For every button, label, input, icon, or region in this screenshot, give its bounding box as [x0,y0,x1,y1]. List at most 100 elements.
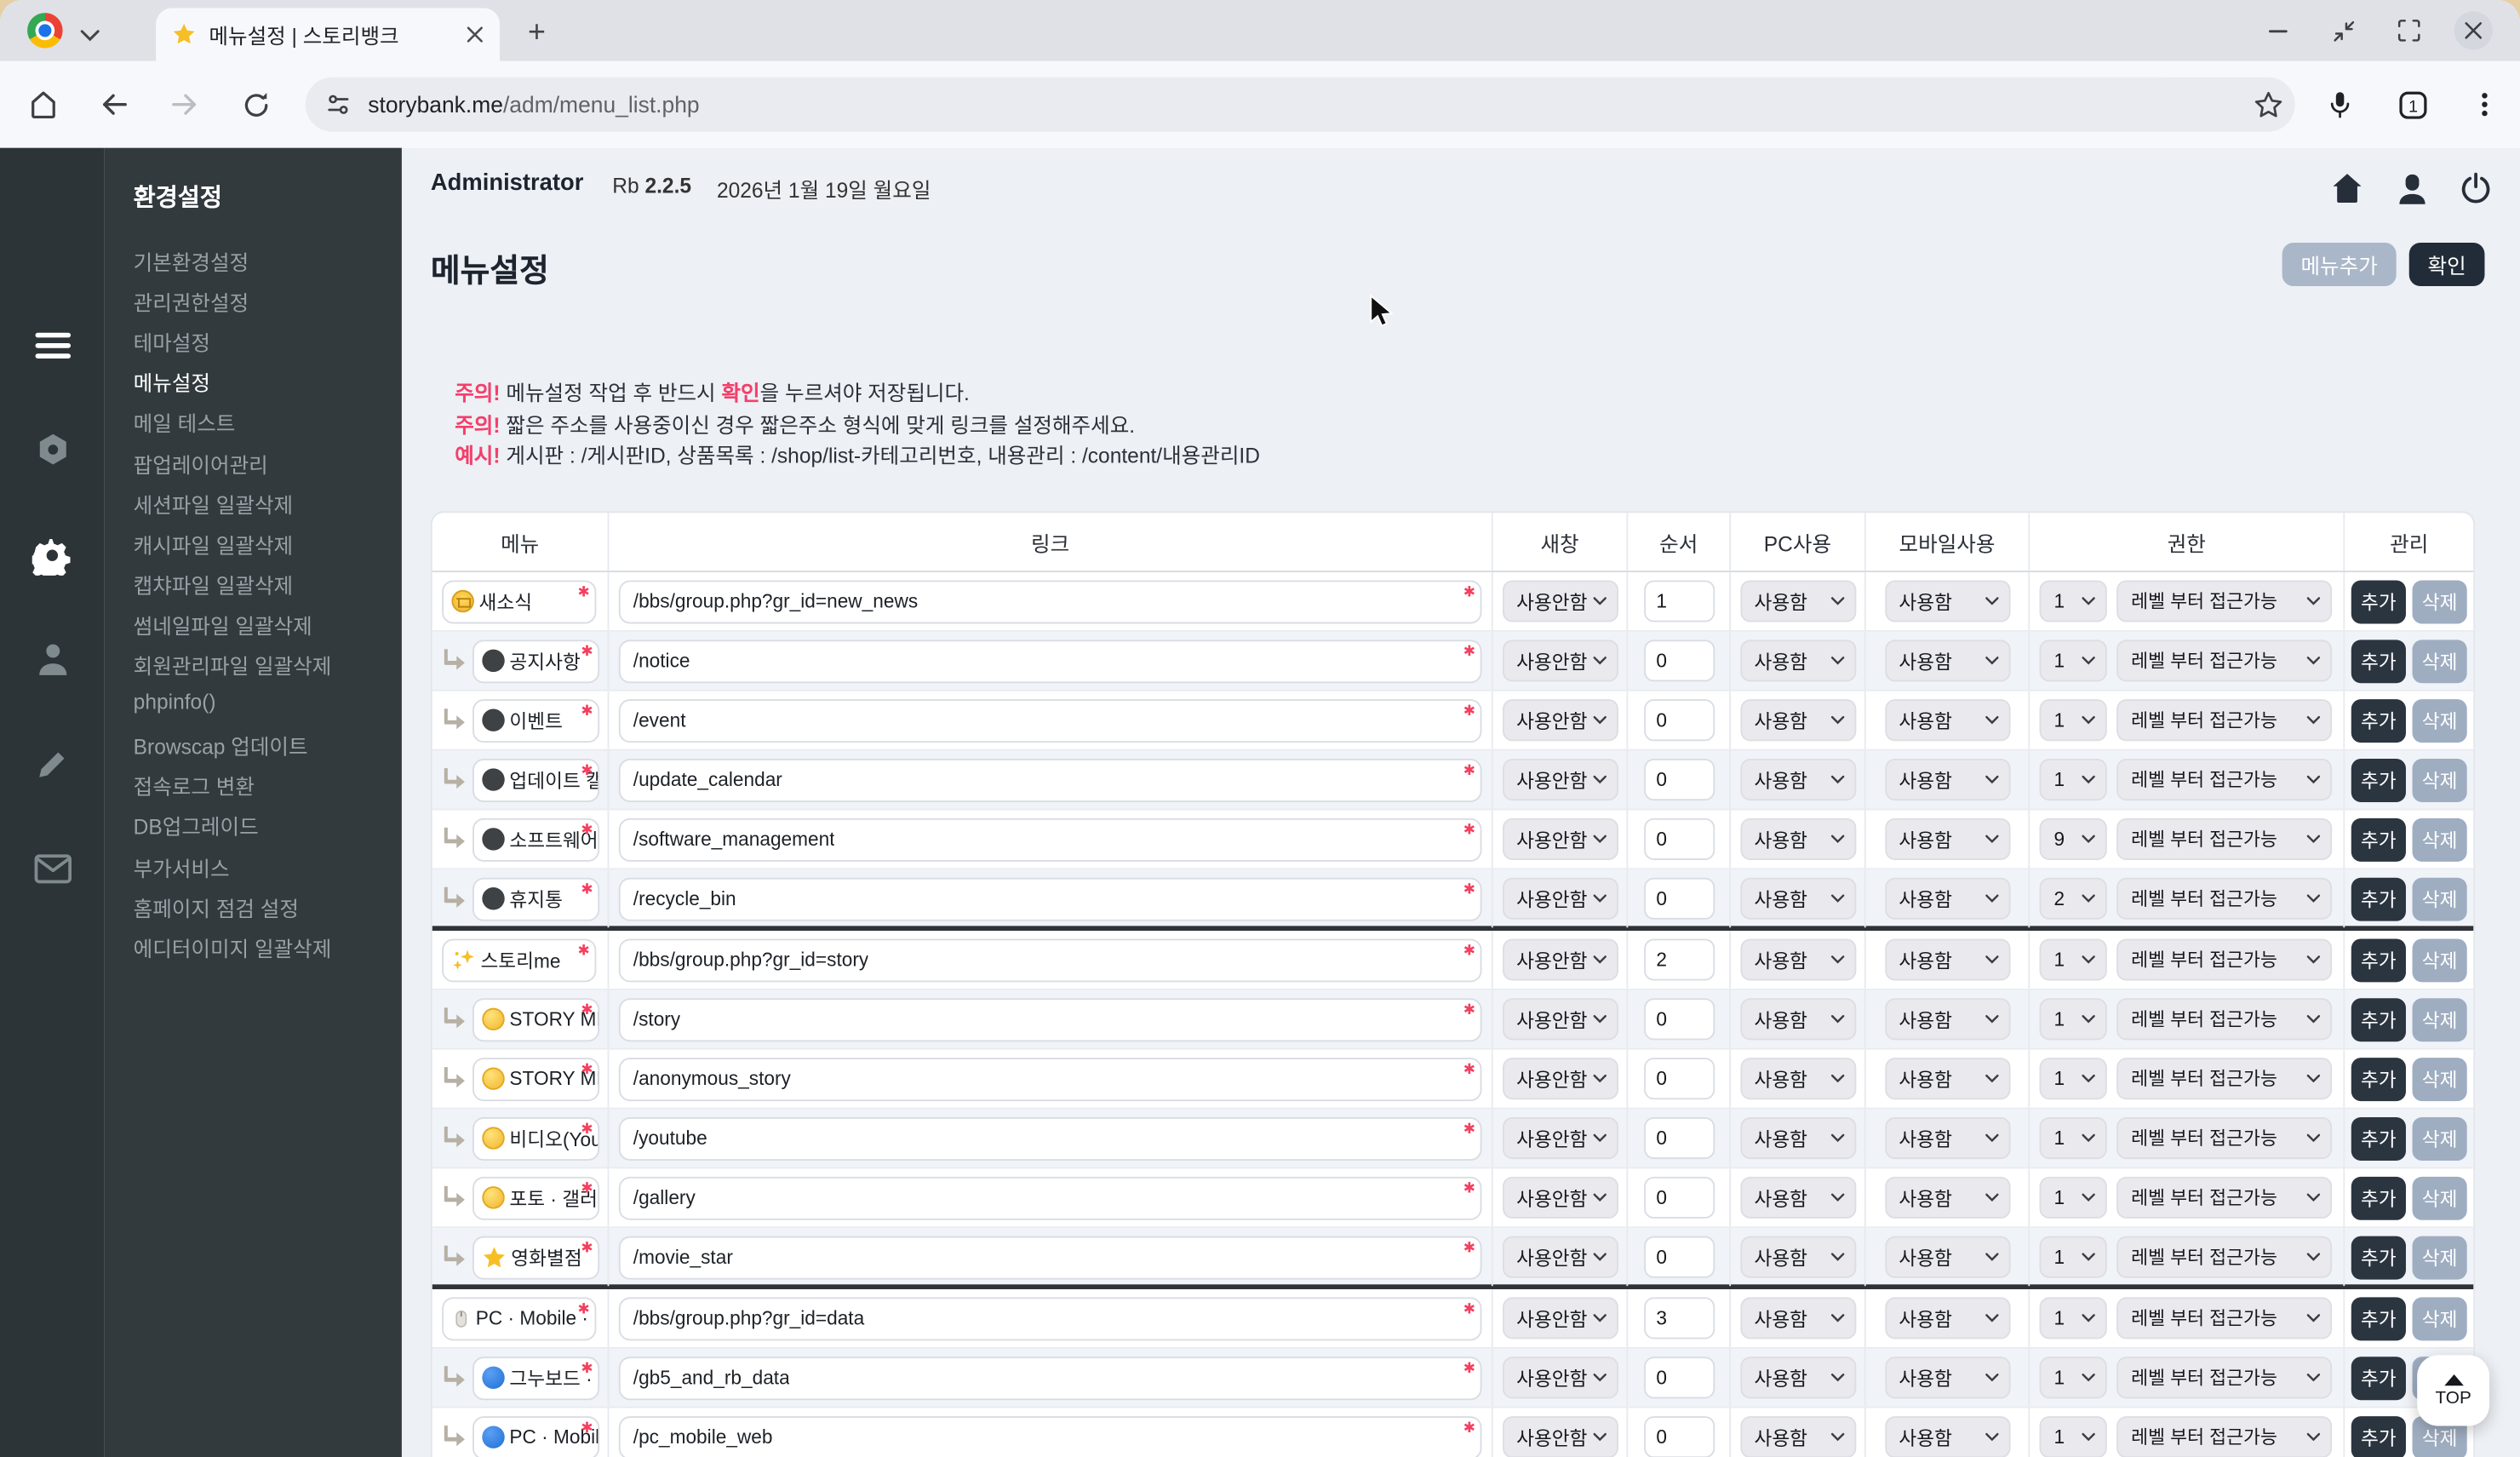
menu-name-input[interactable]: 스토리me ✱ [442,938,597,982]
sidebar-item[interactable]: 팝업레이어관리 [134,448,268,480]
new-window-select[interactable]: 사용안함 [1502,1116,1618,1160]
pc-use-select[interactable]: 사용함 [1739,877,1856,920]
sidebar-item[interactable]: DB업그레이드 [134,811,259,843]
sidebar-item[interactable]: 메뉴설정 [134,367,210,399]
delete-row-button[interactable]: 삭제 [2412,876,2467,921]
permission-select[interactable]: 레벨 부터 접근가능 [2116,1357,2333,1399]
menu-name-input[interactable]: 공지사항 ✱ [472,639,600,683]
delete-row-button[interactable]: 삭제 [2412,997,2467,1041]
link-input[interactable]: /update_calendar ✱ [618,758,1482,802]
mobile-use-select[interactable]: 사용함 [1884,817,2010,860]
pc-use-select[interactable]: 사용함 [1739,1357,1856,1399]
profile-icon[interactable] [2388,164,2437,213]
permission-select[interactable]: 레벨 부터 접근가능 [2116,699,2333,742]
link-input[interactable]: /event ✱ [618,698,1482,743]
sidebar-item[interactable]: 캐시파일 일괄삭제 [134,528,293,560]
order-input[interactable]: 0 [1643,699,1715,742]
sidebar-item[interactable]: 기본환경설정 [134,246,249,278]
add-row-button[interactable]: 추가 [2351,1415,2406,1457]
level-select[interactable]: 2 [2039,877,2107,920]
link-input[interactable]: /gallery ✱ [618,1175,1482,1219]
mobile-use-select[interactable]: 사용함 [1884,998,2010,1041]
order-input[interactable]: 0 [1643,998,1715,1041]
kebab-menu-icon[interactable] [2457,77,2511,132]
add-row-button[interactable]: 추가 [2351,698,2406,743]
pc-use-select[interactable]: 사용함 [1739,1236,1856,1278]
level-select[interactable]: 1 [2039,699,2107,742]
new-window-select[interactable]: 사용안함 [1502,640,1618,682]
permission-select[interactable]: 레벨 부터 접근가능 [2116,1297,2333,1339]
sidebar-item[interactable]: 회원관리파일 일괄삭제 [134,650,332,682]
mobile-use-select[interactable]: 사용함 [1884,938,2010,981]
order-input[interactable]: 2 [1643,938,1715,981]
permission-select[interactable]: 레벨 부터 접근가능 [2116,877,2333,920]
add-row-button[interactable]: 추가 [2351,1235,2406,1279]
pc-use-select[interactable]: 사용함 [1739,1416,1856,1457]
delete-row-button[interactable]: 삭제 [2412,1175,2467,1219]
sidebar-item[interactable]: 관리권한설정 [134,286,249,318]
mobile-use-select[interactable]: 사용함 [1884,1176,2010,1219]
pencil-icon[interactable] [0,737,105,791]
new-window-select[interactable]: 사용안함 [1502,1176,1618,1219]
order-input[interactable]: 0 [1643,877,1715,920]
menu-name-input[interactable]: PC · Mobil ✱ [472,1415,600,1457]
sidebar-item[interactable]: 캡챠파일 일괄삭제 [134,569,293,601]
back-button[interactable] [87,77,141,132]
level-select[interactable]: 9 [2039,817,2107,860]
order-input[interactable]: 0 [1643,1357,1715,1399]
site-home-icon[interactable] [2322,164,2371,213]
mobile-use-select[interactable]: 사용함 [1884,699,2010,742]
add-row-button[interactable]: 추가 [2351,1175,2406,1219]
level-select[interactable]: 1 [2039,1116,2107,1160]
restore-button[interactable] [2324,11,2362,49]
gear-icon[interactable] [0,527,105,582]
link-input[interactable]: /youtube ✱ [618,1116,1482,1161]
add-row-button[interactable]: 추가 [2351,1116,2406,1161]
person-icon[interactable] [0,632,105,686]
level-select[interactable]: 1 [2039,1416,2107,1457]
fullscreen-button[interactable] [2390,11,2428,49]
mobile-use-select[interactable]: 사용함 [1884,877,2010,920]
new-window-select[interactable]: 사용안함 [1502,699,1618,742]
link-input[interactable]: /movie_star ✱ [618,1235,1482,1279]
new-window-select[interactable]: 사용안함 [1502,998,1618,1041]
minimize-button[interactable] [2258,11,2296,49]
pc-use-select[interactable]: 사용함 [1739,938,1856,981]
level-select[interactable]: 1 [2039,1236,2107,1278]
level-select[interactable]: 1 [2039,1176,2107,1219]
pc-use-select[interactable]: 사용함 [1739,699,1856,742]
add-row-button[interactable]: 추가 [2351,1296,2406,1340]
delete-row-button[interactable]: 삭제 [2412,817,2467,861]
new-window-select[interactable]: 사용안함 [1502,1297,1618,1339]
link-input[interactable]: /pc_mobile_web ✱ [618,1415,1482,1457]
site-settings-icon[interactable] [324,91,352,118]
add-row-button[interactable]: 추가 [2351,1057,2406,1101]
mobile-use-select[interactable]: 사용함 [1884,759,2010,801]
link-input[interactable]: /notice ✱ [618,639,1482,683]
mail-icon[interactable] [0,840,105,895]
order-input[interactable]: 0 [1643,817,1715,860]
menu-name-input[interactable]: 소프트웨어 ✱ [472,817,600,861]
pc-use-select[interactable]: 사용함 [1739,817,1856,860]
link-input[interactable]: /anonymous_story ✱ [618,1057,1482,1101]
mobile-use-select[interactable]: 사용함 [1884,1416,2010,1457]
level-select[interactable]: 1 [2039,998,2107,1041]
chrome-logo-icon[interactable] [27,13,63,49]
level-select[interactable]: 1 [2039,580,2107,622]
hamburger-menu-icon[interactable] [0,318,105,373]
permission-select[interactable]: 레벨 부터 접근가능 [2116,759,2333,801]
new-window-select[interactable]: 사용안함 [1502,1357,1618,1399]
logout-power-icon[interactable] [2451,164,2500,213]
order-input[interactable]: 0 [1643,1176,1715,1219]
menu-name-input[interactable]: STORY ME ✱ [472,997,600,1041]
permission-select[interactable]: 레벨 부터 접근가능 [2116,640,2333,682]
menu-name-input[interactable]: PC · Mobile · ✱ [442,1296,597,1340]
sidebar-item[interactable]: 접속로그 변환 [134,771,255,803]
pc-use-select[interactable]: 사용함 [1739,1116,1856,1160]
new-window-select[interactable]: 사용안함 [1502,817,1618,860]
reload-button[interactable] [228,77,283,132]
menu-name-input[interactable]: 포토 · 갤러 ✱ [472,1175,600,1219]
add-row-button[interactable]: 추가 [2351,639,2406,683]
delete-row-button[interactable]: 삭제 [2412,758,2467,802]
menu-name-input[interactable]: 영화별점 ✱ [472,1235,600,1279]
